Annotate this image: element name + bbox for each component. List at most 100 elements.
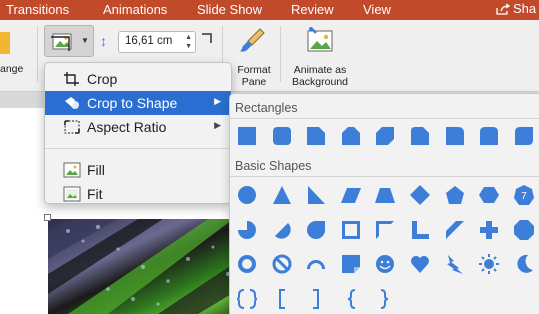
- share-button[interactable]: Sha: [496, 1, 536, 16]
- height-input[interactable]: 16,61 cm ▲ ▼: [118, 31, 196, 53]
- submenu-arrow-icon: ▶: [214, 96, 221, 106]
- tab-animations[interactable]: Animations: [103, 2, 167, 17]
- oval-icon: [238, 186, 256, 204]
- folded-corner-icon: [341, 255, 360, 273]
- snip-single-corner-rectangle-icon: [307, 127, 326, 145]
- shape-diamond[interactable]: [409, 184, 431, 206]
- format-pane-label: Format Pane: [237, 64, 271, 88]
- shape-donut[interactable]: [236, 253, 258, 275]
- hexagon-icon: [479, 187, 500, 203]
- shape-isosceles-triangle[interactable]: [271, 184, 293, 206]
- shape-heart[interactable]: [409, 253, 431, 275]
- height-icon: ↕: [100, 33, 107, 49]
- shape-octagon[interactable]: [513, 219, 535, 241]
- shape-snip-same-side-corner-rectangle[interactable]: [340, 125, 362, 147]
- block-arc-icon: [307, 260, 326, 269]
- cross-icon: [480, 220, 499, 239]
- menu-item-aspect-ratio[interactable]: Aspect Ratio ▶: [45, 115, 231, 139]
- right-bracket-icon: [313, 288, 320, 309]
- round-same-side-corner-rectangle-icon: [480, 127, 499, 145]
- animate-as-background-icon[interactable]: [303, 25, 337, 59]
- shape-hexagon[interactable]: [478, 184, 500, 206]
- tab-view[interactable]: View: [363, 2, 391, 17]
- lightning-bolt-icon: [446, 255, 463, 274]
- crop-dropdown-menu: Crop Crop to Shape ▶ Aspect Ratio ▶ Fill…: [44, 62, 232, 204]
- ribbon-tab-bar: Transitions Animations Slide Show Review…: [0, 0, 539, 20]
- shape-double-bracket[interactable]: [236, 288, 258, 310]
- no-symbol-icon: [272, 254, 292, 274]
- crop-to-shape-icon: [65, 97, 79, 109]
- format-pane-icon[interactable]: [238, 26, 268, 58]
- shape-chord[interactable]: [271, 219, 293, 241]
- share-label: Sha: [513, 1, 537, 16]
- shape-right-triangle[interactable]: [305, 184, 327, 206]
- snip-diagonal-corner-rectangle-icon: [376, 127, 395, 145]
- l-shape-icon: [412, 220, 429, 239]
- selected-picture[interactable]: [48, 219, 248, 314]
- shape-rounded-rectangle[interactable]: [271, 125, 293, 147]
- shape-trapezoid[interactable]: [374, 184, 396, 206]
- frame-icon: [341, 220, 360, 239]
- rectangle-icon: [238, 127, 256, 145]
- height-value: 16,61 cm: [125, 35, 173, 47]
- shape-parallelogram[interactable]: [340, 184, 362, 206]
- crop-button[interactable]: ▼: [44, 25, 94, 57]
- powerpoint-window: Transitions Animations Slide Show Review…: [0, 0, 539, 314]
- shape-no-symbol[interactable]: [271, 253, 293, 275]
- shape-oval[interactable]: [236, 184, 258, 206]
- shape-frame[interactable]: [340, 219, 362, 241]
- shape-snip-single-corner-rectangle[interactable]: [305, 125, 327, 147]
- left-bracket-icon: [278, 288, 285, 309]
- menu-item-fit[interactable]: Fit: [45, 182, 231, 206]
- pentagon-icon: [445, 186, 464, 204]
- isosceles-triangle-icon: [272, 186, 291, 204]
- shape-pentagon[interactable]: [444, 184, 466, 206]
- menu-item-crop-to-shape[interactable]: Crop to Shape ▶: [45, 91, 231, 115]
- shape-round-same-side-corner-rectangle[interactable]: [478, 125, 500, 147]
- shape-snip-and-round-single-corner-rectangle[interactable]: [409, 125, 431, 147]
- diagonal-stripe-icon: [445, 220, 464, 239]
- section-divider: [230, 118, 539, 119]
- shape-right-bracket[interactable]: [305, 288, 327, 310]
- share-icon: [496, 2, 510, 15]
- tab-slide-show[interactable]: Slide Show: [197, 2, 262, 17]
- shape-smiley-face[interactable]: [374, 253, 396, 275]
- fill-icon: [63, 162, 81, 178]
- shape-heptagon[interactable]: 7: [513, 184, 535, 206]
- crop-image-icon: [51, 33, 72, 51]
- shape-round-single-corner-rectangle[interactable]: [444, 125, 466, 147]
- shape-sun[interactable]: [478, 253, 500, 275]
- height-stepper[interactable]: ▲ ▼: [185, 33, 192, 51]
- menu-item-fill[interactable]: Fill: [45, 158, 231, 182]
- shape-round-diagonal-corner-rectangle[interactable]: [513, 125, 535, 147]
- snip-and-round-single-corner-rectangle-icon: [411, 127, 429, 145]
- shape-half-frame[interactable]: [374, 219, 396, 241]
- rectangles-section-title: Rectangles: [235, 101, 298, 115]
- shape-lightning-bolt[interactable]: [444, 253, 466, 275]
- corner-icon: [202, 33, 212, 43]
- shape-l-shape[interactable]: [409, 219, 431, 241]
- left-brace-icon: [347, 288, 355, 309]
- shape-cross[interactable]: [478, 219, 500, 241]
- menu-separator: [45, 148, 231, 149]
- tab-transitions[interactable]: Transitions: [6, 2, 69, 17]
- arrange-icon[interactable]: [0, 32, 10, 54]
- rounded-rectangle-icon: [272, 127, 291, 145]
- shape-teardrop[interactable]: [305, 219, 327, 241]
- shape-diagonal-stripe[interactable]: [444, 219, 466, 241]
- menu-item-crop[interactable]: Crop: [45, 67, 231, 91]
- heptagon-badge: 7: [521, 191, 527, 202]
- shape-block-arc[interactable]: [305, 253, 327, 275]
- shape-pie[interactable]: [236, 219, 258, 241]
- shape-snip-diagonal-corner-rectangle[interactable]: [374, 125, 396, 147]
- shape-folded-corner[interactable]: [340, 253, 362, 275]
- shape-rectangle[interactable]: [236, 125, 258, 147]
- snip-same-side-corner-rectangle-icon: [341, 127, 360, 145]
- shape-moon[interactable]: [513, 253, 535, 275]
- shape-right-brace[interactable]: [374, 288, 396, 310]
- shape-left-bracket[interactable]: [271, 288, 293, 310]
- shape-left-brace[interactable]: [340, 288, 362, 310]
- resize-handle[interactable]: [44, 214, 51, 221]
- double-bracket-icon: [236, 288, 258, 309]
- tab-review[interactable]: Review: [291, 2, 334, 17]
